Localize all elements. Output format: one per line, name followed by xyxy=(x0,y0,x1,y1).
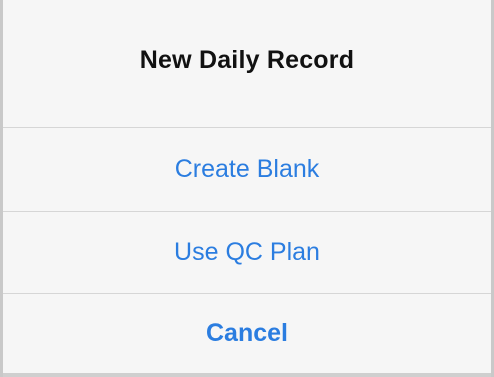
action-sheet-title: New Daily Record xyxy=(139,46,355,74)
use-qc-plan-label: Use QC Plan xyxy=(174,238,320,266)
create-blank-button[interactable]: Create Blank xyxy=(3,128,491,211)
cancel-label: Cancel xyxy=(206,319,288,347)
action-sheet: New Daily Record Create Blank Use QC Pla… xyxy=(0,0,494,377)
action-sheet-header: New Daily Record xyxy=(3,0,491,127)
cancel-button[interactable]: Cancel xyxy=(3,294,491,373)
bottom-edge xyxy=(3,373,491,377)
create-blank-label: Create Blank xyxy=(174,155,320,183)
use-qc-plan-button[interactable]: Use QC Plan xyxy=(3,212,491,293)
